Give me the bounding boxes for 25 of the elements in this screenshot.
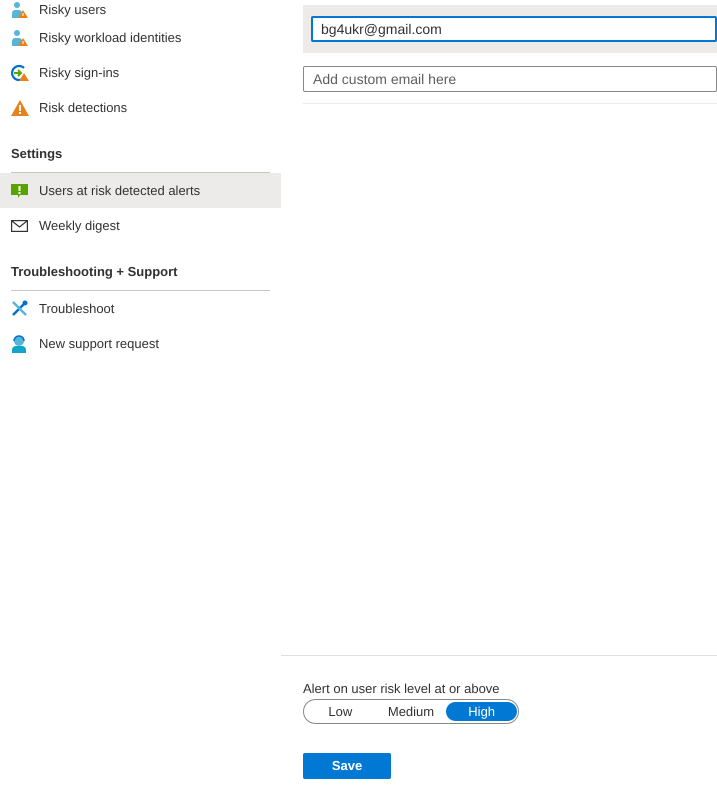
warning-icon bbox=[11, 100, 29, 116]
risk-level-option[interactable]: Low bbox=[305, 702, 376, 721]
user-warning-icon bbox=[11, 1, 29, 19]
section-heading: Troubleshooting + Support bbox=[11, 262, 178, 281]
save-button[interactable]: Save bbox=[303, 753, 391, 779]
sidebar-item[interactable]: Risky sign-ins bbox=[0, 55, 281, 90]
sidebar-item[interactable]: New support request bbox=[0, 326, 281, 361]
risk-level-option[interactable]: High bbox=[446, 702, 518, 721]
alert-message-icon bbox=[11, 184, 28, 198]
risk-level-label: Alert on user risk level at or above bbox=[303, 681, 501, 697]
sidebar-item[interactable]: Risk detections bbox=[0, 90, 281, 125]
sidebar-item[interactable]: Troubleshoot bbox=[0, 291, 281, 326]
risk-level-option[interactable]: Medium bbox=[376, 702, 446, 721]
sidebar-item[interactable]: Risky users bbox=[0, 0, 281, 20]
support-person-icon bbox=[11, 334, 27, 352]
custom-email-field[interactable]: Add custom email here bbox=[303, 66, 717, 92]
mail-icon bbox=[11, 220, 28, 232]
user-warning-icon bbox=[11, 28, 29, 46]
section-heading: Settings bbox=[11, 144, 62, 163]
tools-icon bbox=[11, 300, 28, 317]
sign-in-warning-icon bbox=[11, 64, 29, 82]
sidebar-item[interactable]: Weekly digest bbox=[0, 208, 281, 243]
email-field[interactable]: bg4ukr@gmail.com bbox=[311, 16, 717, 42]
sidebar-item[interactable]: Risky workload identities bbox=[0, 20, 281, 55]
sidebar-item[interactable]: Users at risk detected alerts bbox=[0, 173, 281, 208]
